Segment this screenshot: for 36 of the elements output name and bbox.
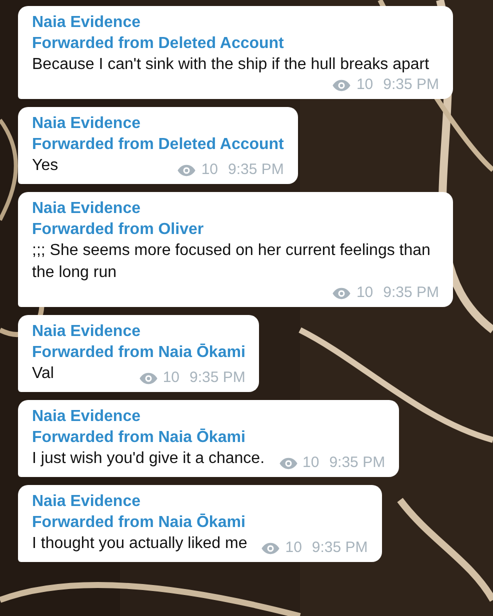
message-text: Val xyxy=(32,364,54,384)
message-text: I just wish you'd give it a chance. xyxy=(32,449,265,469)
message-time: 9:35 PM xyxy=(383,76,439,94)
view-count: 10 xyxy=(201,161,218,179)
eye-icon xyxy=(332,286,352,300)
message-text: ;;; She seems more focused on her current feelings than the long run xyxy=(32,241,432,283)
view-count: 10 xyxy=(162,369,180,387)
message-text: Yes xyxy=(32,156,58,176)
message-time: 9:35 PM xyxy=(312,539,368,557)
message-time: 9:35 PM xyxy=(190,369,246,387)
message-time: 9:35 PM xyxy=(228,161,284,179)
sender-name[interactable]: Naia Evidence xyxy=(32,406,386,427)
forwarded-label[interactable]: Forwarded from Oliver xyxy=(32,219,439,240)
view-count: 10 xyxy=(302,454,320,472)
sender-name[interactable]: Naia Evidence xyxy=(32,12,439,33)
sender-name[interactable]: Naia Evidence xyxy=(32,113,284,134)
eye-icon xyxy=(332,78,352,92)
view-count: 10 xyxy=(356,76,374,94)
view-count: 10 xyxy=(356,284,374,302)
message-text: Because I can't sink with the ship if the hull breaks apart xyxy=(32,55,430,75)
message-text: I thought you actually liked me xyxy=(32,534,248,554)
sender-name[interactable]: Naia Evidence xyxy=(32,491,368,512)
eye-icon xyxy=(278,456,298,470)
sender-name[interactable]: Naia Evidence xyxy=(32,321,246,342)
forwarded-label[interactable]: Forwarded from Naia Ōkami xyxy=(32,342,246,363)
forwarded-label[interactable]: Forwarded from Naia Ōkami xyxy=(32,427,386,448)
sender-name[interactable]: Naia Evidence xyxy=(32,198,439,219)
message-time: 9:35 PM xyxy=(383,284,439,302)
forwarded-label[interactable]: Forwarded from Naia Ōkami xyxy=(32,512,368,533)
message-time: 9:35 PM xyxy=(329,454,386,472)
eye-icon xyxy=(261,542,280,554)
forwarded-label[interactable]: Forwarded from Deleted Account xyxy=(32,134,284,155)
eye-icon xyxy=(177,164,196,176)
view-count: 10 xyxy=(285,539,302,557)
eye-icon xyxy=(138,372,158,384)
forwarded-label[interactable]: Forwarded from Deleted Account xyxy=(32,33,439,54)
